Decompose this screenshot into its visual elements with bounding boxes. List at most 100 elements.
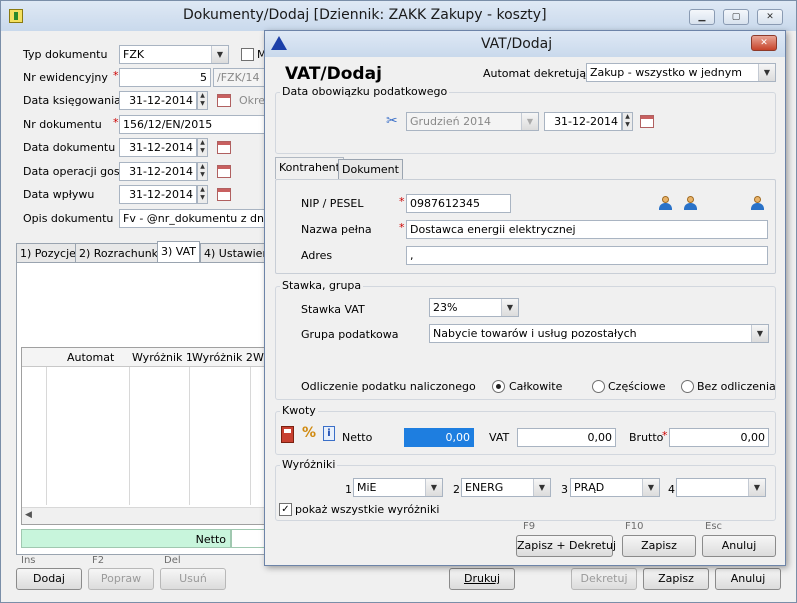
maximize-icon[interactable]: ▢: [723, 9, 749, 25]
vat-input[interactable]: 0,00: [517, 428, 616, 447]
grupa-select[interactable]: Nabycie towarów i usług pozostałych ▼: [429, 324, 769, 343]
wyroznik-4-select[interactable]: ▼: [676, 478, 766, 497]
calendar-icon[interactable]: [217, 141, 231, 154]
show-all-checkbox[interactable]: ✓: [279, 503, 292, 516]
wyroznik-3-num: 3: [561, 483, 568, 496]
main-zapisz-button[interactable]: Zapisz: [643, 568, 709, 590]
info-icon[interactable]: i: [323, 426, 335, 441]
nr-dok-input[interactable]: 156/12/EN/2015: [119, 115, 279, 134]
calendar-icon[interactable]: [217, 165, 231, 178]
minimize-icon[interactable]: ▁: [689, 9, 715, 25]
main-anuluj-button[interactable]: Anuluj: [715, 568, 781, 590]
col-w[interactable]: W: [253, 351, 264, 364]
calendar-icon[interactable]: [217, 188, 231, 201]
chevron-down-icon[interactable]: ▼: [501, 299, 518, 316]
typ-value: FZK: [123, 48, 145, 61]
radio-czesciowe[interactable]: [592, 380, 605, 393]
date-spinner[interactable]: ▲ ▼: [197, 91, 208, 110]
chevron-down-icon[interactable]: ▼: [211, 46, 228, 63]
nip-input[interactable]: 0987612345: [406, 194, 511, 213]
date-spinner[interactable]: ▲ ▼: [197, 162, 208, 181]
col-wyroznik-1[interactable]: Wyróżnik 1: [132, 351, 193, 364]
vat-titlebar: VAT/Dodaj ✕: [265, 31, 785, 57]
col-automat[interactable]: Automat: [67, 351, 114, 364]
wyroznik-2-select[interactable]: ENERG ▼: [461, 478, 551, 497]
date-spinner[interactable]: ▲ ▼: [622, 112, 633, 131]
date-spinner[interactable]: ▲ ▼: [197, 185, 208, 204]
vat-dialog: VAT/Dodaj ✕ VAT/Dodaj Automat dekretując…: [264, 30, 786, 566]
horizontal-scrollbar[interactable]: ◀: [22, 507, 269, 524]
nazwa-input[interactable]: Dostawca energii elektrycznej: [406, 220, 768, 239]
radio-czesciowe-label[interactable]: Częściowe: [608, 380, 666, 393]
chevron-down-icon[interactable]: ▼: [758, 64, 775, 81]
obowiazek-date-input[interactable]: 31-12-2014: [544, 112, 622, 131]
calendar-icon[interactable]: [217, 94, 231, 107]
nazwa-label: Nazwa pełna: [301, 223, 372, 236]
contractor-select-icon[interactable]: [683, 196, 697, 210]
data-oper-input[interactable]: 31-12-2014: [119, 162, 197, 181]
stawka-select[interactable]: 23% ▼: [429, 298, 519, 317]
radio-calkowite[interactable]: [492, 380, 505, 393]
brutto-input[interactable]: 0,00: [669, 428, 769, 447]
contractor-add-icon[interactable]: [750, 196, 764, 210]
date-spinner[interactable]: ▲ ▼: [197, 138, 208, 157]
grid-divider: [46, 367, 47, 505]
wyroznik-3-select[interactable]: PRĄD ▼: [570, 478, 660, 497]
del-key-hint: Del: [164, 555, 181, 566]
tab-kontrahent[interactable]: Kontrahent: [275, 157, 344, 179]
typ-select[interactable]: FZK ▼: [119, 45, 229, 64]
vat-anuluj-button[interactable]: Anuluj: [702, 535, 776, 557]
wyroznik-1-num: 1: [345, 483, 352, 496]
required-mark: *: [113, 69, 119, 82]
data-wplywu-input[interactable]: 31-12-2014: [119, 185, 197, 204]
tab-vat[interactable]: 3) VAT: [157, 241, 200, 263]
chevron-down-icon[interactable]: ▼: [425, 479, 442, 496]
chevron-down-icon[interactable]: ▼: [751, 325, 768, 342]
obowiazek-group: Data obowiązku podatkowego ✂ Grudzień 20…: [275, 85, 776, 154]
opis-input[interactable]: Fv - @nr_dokumentu z dn. @d: [119, 209, 279, 228]
drukuj-button[interactable]: Drukuj: [449, 568, 515, 590]
data-ksieg-input[interactable]: 31-12-2014: [119, 91, 197, 110]
kwoty-group-title: Kwoty: [280, 404, 318, 417]
obowiazek-month-select[interactable]: Grudzień 2014 ▼: [406, 112, 539, 131]
contractor-search-icon[interactable]: [658, 196, 672, 210]
calculator-icon[interactable]: [281, 426, 294, 443]
tab-rozrachunki[interactable]: 2) Rozrachunki: [75, 243, 166, 263]
usun-button[interactable]: Usuń: [160, 568, 226, 590]
automat-select[interactable]: Zakup - wszystko w jednym ▼: [586, 63, 776, 82]
chevron-down-icon[interactable]: ▼: [533, 479, 550, 496]
show-all-label[interactable]: pokaż wszystkie wyróżniki: [295, 503, 439, 516]
radio-bez-odliczenia[interactable]: [681, 380, 694, 393]
nr-dok-label: Nr dokumentu: [23, 118, 102, 131]
close-icon[interactable]: ✕: [757, 9, 783, 25]
adres-input[interactable]: ,: [406, 246, 768, 265]
scroll-left-icon[interactable]: ◀: [25, 510, 32, 520]
zapisz-dekretuj-button[interactable]: Zapisz + Dekretuj: [516, 535, 616, 557]
chevron-down-icon[interactable]: ▼: [642, 479, 659, 496]
vat-zapisz-button[interactable]: Zapisz: [622, 535, 696, 557]
data-dok-input[interactable]: 31-12-2014: [119, 138, 197, 157]
radio-bez-odliczenia-label[interactable]: Bez odliczenia: [697, 380, 776, 393]
nr-ewid-input[interactable]: 5: [119, 68, 211, 87]
kwoty-group: Kwoty % i Netto 0,00 VAT 0,00 Brutto * 0…: [275, 404, 776, 455]
popraw-button[interactable]: Popraw: [88, 568, 154, 590]
radio-calkowite-label[interactable]: Całkowite: [509, 380, 562, 393]
calendar-icon[interactable]: [640, 115, 654, 128]
close-icon[interactable]: ✕: [751, 35, 777, 51]
data-dok-label: Data dokumentu: [23, 141, 116, 154]
grid-footer-cell: [231, 529, 268, 548]
scissors-icon[interactable]: ✂: [386, 113, 398, 129]
wyroznik-1-select[interactable]: MiE ▼: [353, 478, 443, 497]
dodaj-button[interactable]: Dodaj: [16, 568, 82, 590]
dekretuj-button[interactable]: Dekretuj: [571, 568, 637, 590]
tab-dokument[interactable]: Dokument: [338, 159, 403, 179]
col-wyroznik-2[interactable]: Wyróżnik 2: [192, 351, 253, 364]
netto-input[interactable]: 0,00: [404, 428, 474, 447]
chevron-down-icon[interactable]: ▼: [748, 479, 765, 496]
tab-pozycje[interactable]: 1) Pozycje: [16, 243, 80, 263]
m-checkbox[interactable]: [241, 48, 254, 61]
stawka-value: 23%: [433, 301, 458, 314]
odliczenie-label: Odliczenie podatku naliczonego: [301, 380, 476, 393]
percent-icon[interactable]: %: [302, 425, 316, 441]
stawka-label: Stawka VAT: [301, 303, 365, 316]
